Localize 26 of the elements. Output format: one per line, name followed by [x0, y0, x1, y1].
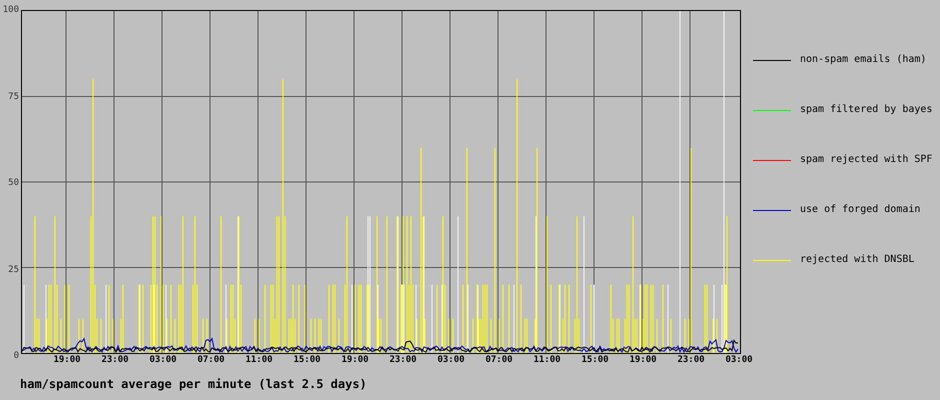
x-axis-label: 15:00	[292, 355, 322, 365]
legend-label: spam filtered by bayes	[800, 104, 932, 116]
y-axis-label: 25	[8, 264, 19, 274]
x-axis-label: 03:00	[724, 355, 754, 365]
x-axis-label: 11:00	[532, 355, 562, 365]
x-axis-label: 07:00	[484, 355, 514, 365]
legend-label: spam rejected with SPF	[800, 154, 932, 166]
x-axis-label: 23:00	[388, 355, 418, 365]
chart-title: ham/spamcount average per minute (last 2.5 days)	[20, 377, 367, 391]
x-axis-label: 23:00	[676, 355, 706, 365]
legend-label: non-spam emails (ham)	[800, 54, 926, 66]
legend-label: rejected with DNSBL	[800, 254, 914, 266]
y-axis-label: 75	[8, 92, 19, 102]
legend-label: use of forged domain	[800, 204, 920, 216]
x-axis-label: 07:00	[196, 355, 226, 365]
x-axis-label: 03:00	[148, 355, 178, 365]
x-axis-label: 15:00	[580, 355, 610, 365]
y-axis-label: 50	[8, 178, 19, 188]
x-axis-label: 19:00	[52, 355, 82, 365]
x-axis-label: 03:00	[436, 355, 466, 365]
x-axis-label: 19:00	[628, 355, 658, 365]
x-axis-label: 23:00	[100, 355, 130, 365]
x-axis-label: 19:00	[340, 355, 370, 365]
x-axis-label: 11:00	[244, 355, 274, 365]
y-axis-label: 100	[2, 5, 19, 15]
y-axis-label: 0	[14, 351, 19, 361]
